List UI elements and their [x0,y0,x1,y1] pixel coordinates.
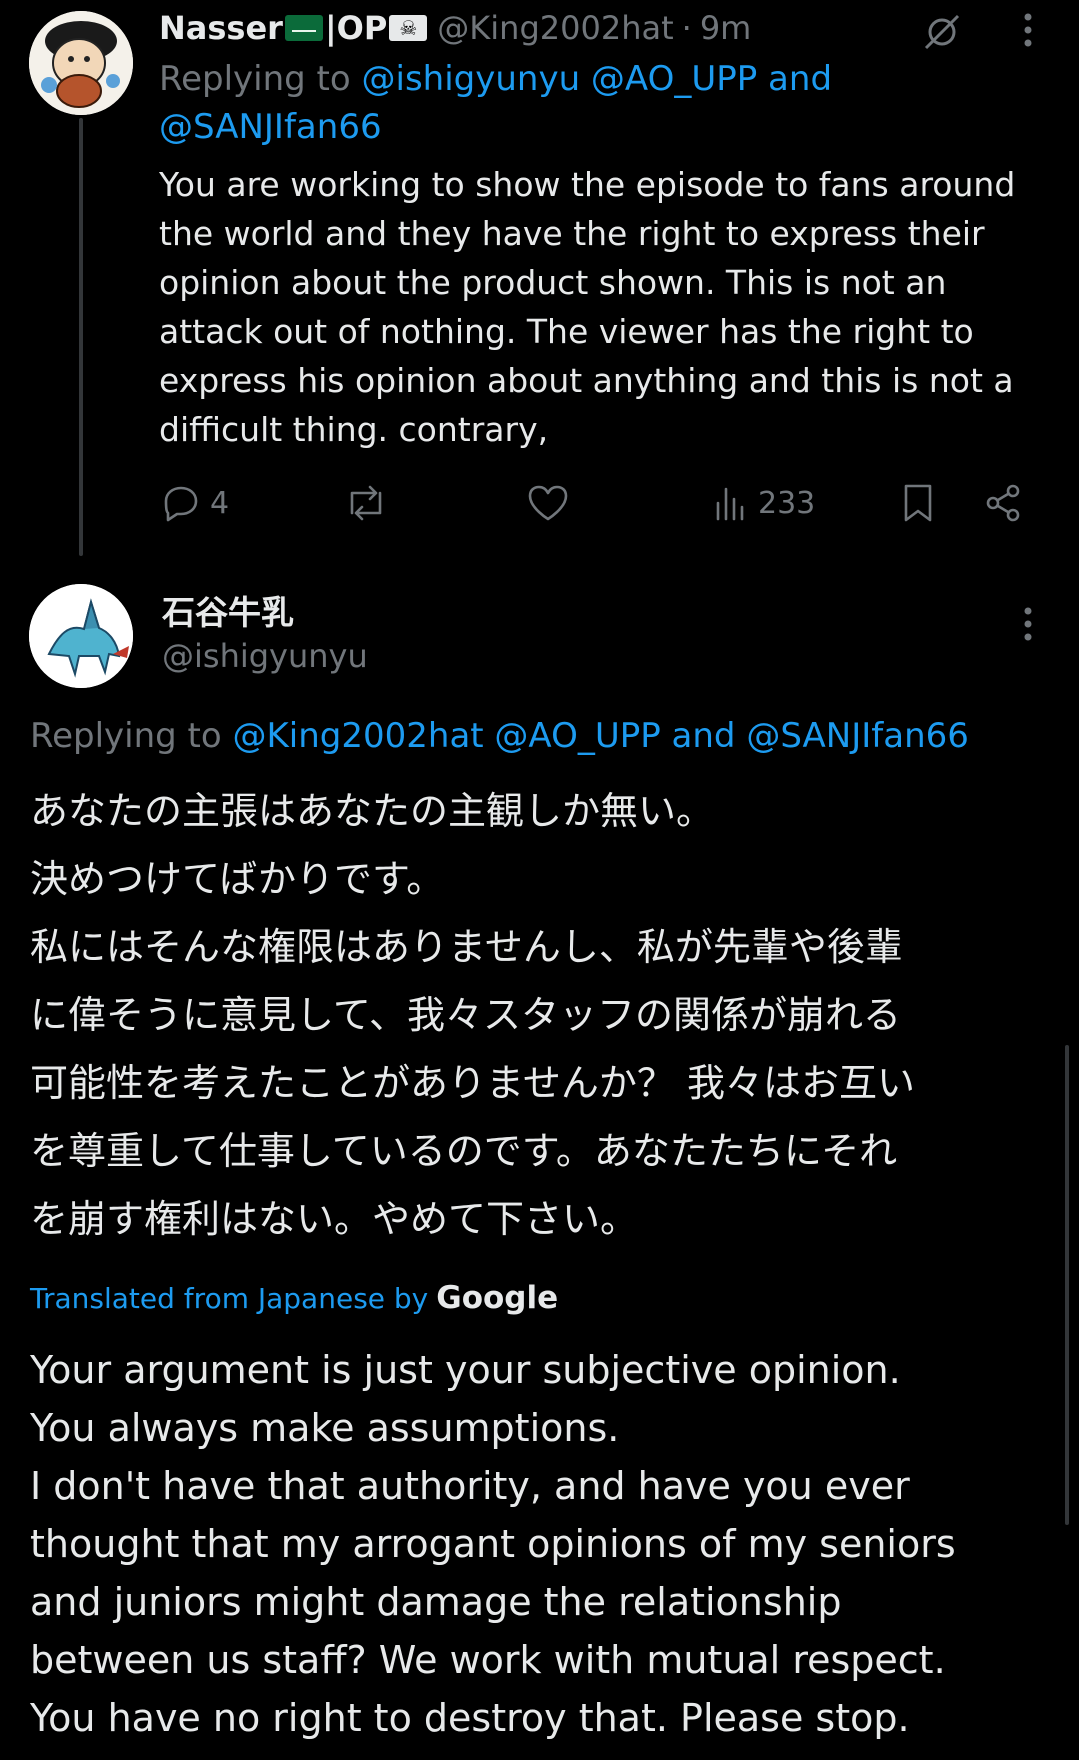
tweet-text-line: 決めつけてばかりです。 [30,857,445,901]
tweet-text-line: You are working to show the episode to f… [159,165,1016,204]
replying-to-users-line2[interactable]: @SANJIfan66 [159,107,382,147]
google-logo: Google [436,1280,559,1316]
repost-icon [350,485,382,521]
share-icon [986,484,1020,522]
grok-icon[interactable] [918,8,966,56]
like-button[interactable] [526,476,570,530]
tweet-text-line: を尊重して仕事しているのです。あなたたちにそれ [30,1129,898,1173]
views-button[interactable]: 233 [712,476,815,530]
avatar[interactable] [29,11,133,115]
repost-button[interactable] [342,476,390,530]
thread-connector-line [79,118,83,556]
tweet-text: You are working to show the episode to f… [159,160,1019,454]
bookmark-icon [904,484,932,522]
replying-to-label: Replying to [30,716,222,756]
tweet-text-original: あなたの主張はあなたの主観しか無い。 決めつけてばかりです。 私にはそんな権限は… [30,777,1065,1253]
bookmark-button[interactable] [898,476,938,530]
avatar[interactable] [29,584,133,688]
scrollbar[interactable] [1065,1045,1069,1525]
tweet-text-line: を崩す権利はない。やめて下さい。 [30,1197,639,1241]
translation-line: I don't have that authority, and have yo… [30,1464,910,1508]
saudi-flag-icon [284,15,323,41]
translation-line: thought that my arrogant opinions of my … [30,1522,956,1566]
translation-line: You have no right to destroy that. Pleas… [30,1696,910,1740]
translated-from-label[interactable]: Translated from Japanese by [30,1277,428,1321]
share-button[interactable] [982,476,1024,530]
display-name[interactable]: 石谷牛乳 [162,590,294,636]
translation-line: Your argument is just your subjective op… [30,1348,901,1392]
tweet-text-line: 可能性を考えたことがありませんか？ 我々はお互い [30,1061,915,1105]
view-count: 233 [758,485,816,521]
user-handle[interactable]: @ishigyunyu [162,633,368,679]
translation-line: between us staff? We work with mutual re… [30,1638,946,1682]
heart-icon [528,485,568,521]
tweet-header: Nasser |OP ☠ @King2002hat · 9m [159,6,751,50]
tweet-text-line: 私にはそんな権限はありませんし、私が先輩や後輩 [30,925,903,969]
tweet-text-line: difficult thing. contrary, [159,410,549,449]
timestamp[interactable]: 9m [700,9,752,47]
tweet-text-line: express his opinion about anything and t… [159,361,1014,400]
reply-count: 4 [210,485,230,521]
replying-to-users[interactable]: @ishigyunyu @AO_UPP and [362,59,833,99]
replying-to-users[interactable]: @King2002hat @AO_UPP and @SANJIfan66 [233,716,969,756]
display-name-suffix[interactable]: |OP [325,9,387,47]
reply-button[interactable]: 4 [160,476,229,530]
tweet-text-line: attack out of nothing. The viewer has th… [159,312,974,351]
replying-to: Replying to @King2002hat @AO_UPP and @SA… [30,711,1060,761]
tweet-text-line: opinion about the product shown. This is… [159,263,947,302]
user-handle[interactable]: @King2002hat [437,9,673,47]
more-options-icon[interactable] [1010,604,1046,644]
reply-icon [164,486,198,522]
translation-attribution[interactable]: Translated from Japanese by Google [30,1276,558,1321]
pirate-flag-icon: ☠ [389,15,428,41]
more-options-icon[interactable] [1010,10,1046,50]
translation-line: and juniors might damage the relationshi… [30,1580,842,1624]
replying-to: Replying to @ishigyunyu @AO_UPP and @SAN… [159,55,1019,151]
separator-dot: · [681,9,692,47]
tweet-text-translation: Your argument is just your subjective op… [30,1341,1060,1747]
tweet-text-line: に偉そうに意見して、我々スタッフの関係が崩れる [30,993,901,1037]
tweet-text-line: the world and they have the right to exp… [159,214,985,253]
display-name[interactable]: Nasser [159,9,283,47]
replying-to-label: Replying to [159,59,351,99]
translation-line: You always make assumptions. [30,1406,620,1450]
tweet-text-line: あなたの主張はあなたの主観しか無い。 [30,789,715,833]
analytics-icon [716,487,744,521]
